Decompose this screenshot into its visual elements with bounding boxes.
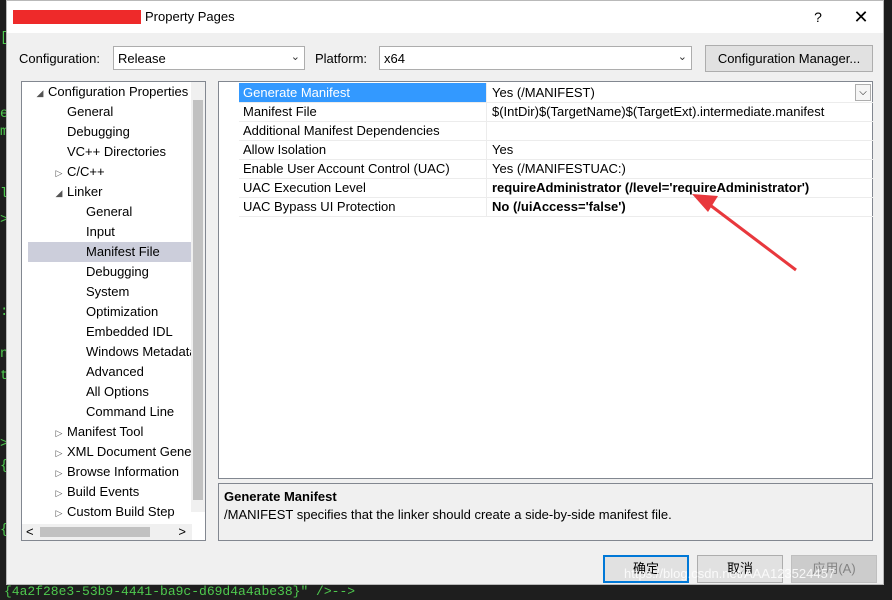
annotation-arrow-icon (692, 194, 797, 272)
arrow-shaft (705, 200, 797, 272)
